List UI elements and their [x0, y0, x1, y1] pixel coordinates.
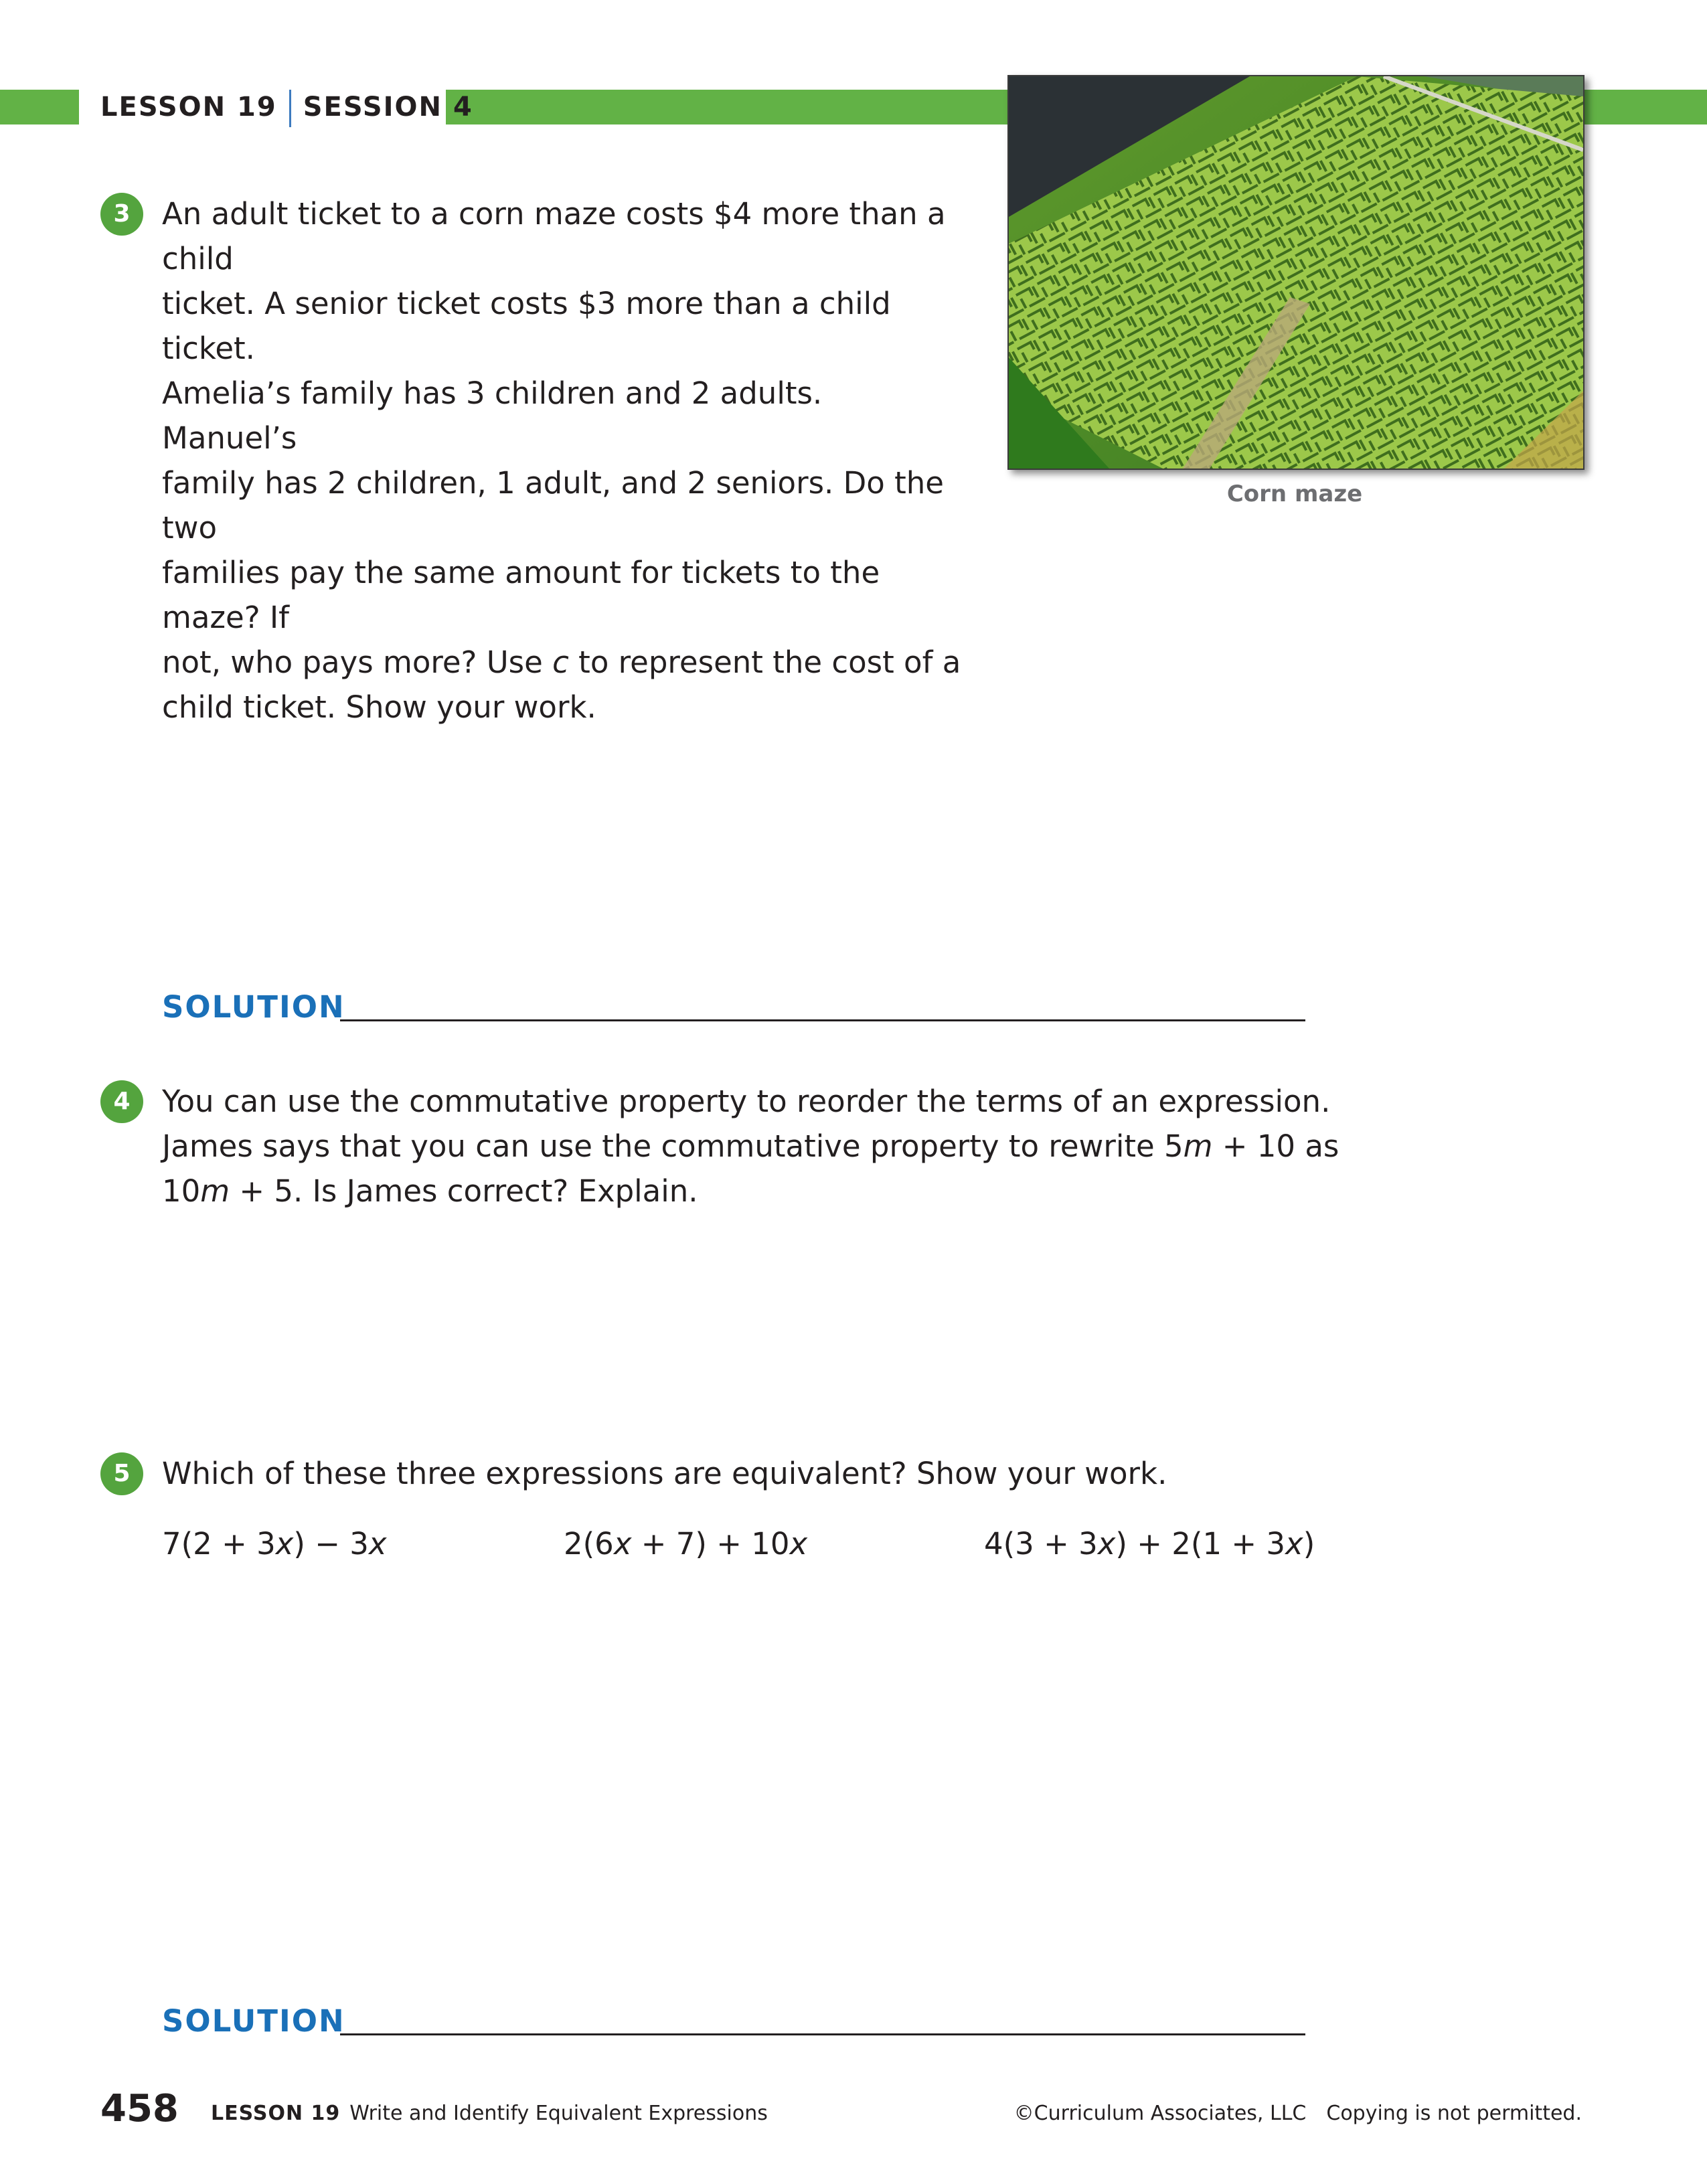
problem-3-line: families pay the same amount for tickets… [162, 555, 880, 635]
copyright-text: ©Curriculum Associates, LLC [1013, 2102, 1307, 2125]
solution-3-answer-line[interactable] [340, 1019, 1305, 1021]
footer-copyright: ©Curriculum Associates, LLC Copying is no… [1014, 2102, 1582, 2125]
problem-3-line: child ticket. Show your work. [162, 689, 596, 725]
problem-4-line: You can use the commutative property to … [162, 1084, 1331, 1119]
problem-5-prompt: Which of these three expressions are equ… [162, 1456, 1167, 1491]
problem-4-text: You can use the commutative property to … [162, 1079, 1340, 1213]
variable-c: c [552, 645, 569, 680]
problem-3-number: 3 [100, 193, 143, 236]
problem-4-line: 10m + 5. Is James correct? Explain. [162, 1173, 698, 1209]
expression-2: 2(6x + 7) + 10x [564, 1526, 808, 1562]
expression-3: 4(3 + 3x) + 2(1 + 3x) [984, 1526, 1315, 1562]
problem-5-number: 5 [100, 1452, 143, 1495]
page-number: 458 [100, 2087, 179, 2130]
solution-5-label: SOLUTION [162, 2003, 345, 2039]
problem-3-text: An adult ticket to a corn maze costs $4 … [162, 191, 965, 730]
photo-caption: Corn maze [1226, 481, 1363, 507]
header-bar-left [0, 90, 79, 124]
problem-4-number: 4 [100, 1080, 143, 1123]
problem-3-line: Amelia’s family has 3 children and 2 adu… [162, 375, 823, 456]
lesson-session-label: LESSON 19 SESSION 4 [100, 87, 473, 127]
session-label: SESSION 4 [303, 92, 473, 122]
lesson-label: LESSON 19 [100, 92, 277, 122]
footer-lesson: LESSON 19 Write and Identify Equivalent E… [211, 2102, 768, 2125]
problem-3-line: not, who pays more? Use c to represent t… [162, 645, 961, 680]
footer-lesson-label: LESSON 19 [211, 2102, 341, 2125]
problem-3-line: family has 2 children, 1 adult, and 2 se… [162, 465, 944, 545]
problem-4-line: James says that you can use the commutat… [162, 1128, 1339, 1164]
expression-1: 7(2 + 3x) − 3x [162, 1526, 387, 1562]
problem-3-line: ticket. A senior ticket costs $3 more th… [162, 286, 891, 366]
copy-notice: Copying is not permitted. [1326, 2102, 1582, 2125]
footer-lesson-title: Write and Identify Equivalent Expression… [349, 2102, 768, 2125]
solution-5-answer-line[interactable] [340, 2033, 1305, 2035]
corn-maze-photo [1007, 75, 1584, 470]
problem-3-line: An adult ticket to a corn maze costs $4 … [162, 196, 946, 276]
header-divider [289, 90, 291, 127]
solution-3-label: SOLUTION [162, 989, 345, 1025]
